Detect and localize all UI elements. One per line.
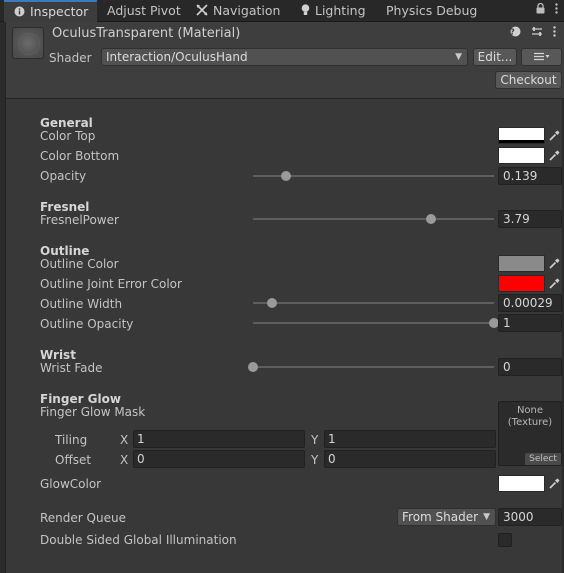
outline-opacity-field[interactable]: 1	[498, 314, 562, 332]
tab-lighting-label: Lighting	[315, 3, 366, 18]
eyedropper-icon[interactable]	[546, 275, 562, 292]
shader-dropdown[interactable]: Interaction/OculusHand ▼	[101, 48, 468, 66]
glow-color-swatch[interactable]	[498, 475, 545, 492]
tab-navigation-label: Navigation	[213, 3, 281, 18]
color-bottom-label: Color Bottom	[40, 149, 120, 163]
color-bottom-swatch[interactable]	[498, 147, 545, 164]
render-queue-field[interactable]: 3000	[498, 508, 562, 526]
lock-icon[interactable]	[536, 2, 549, 18]
outline-joint-error-color-swatch[interactable]	[498, 275, 545, 292]
bulb-icon	[301, 1, 310, 23]
tab-inspector[interactable]: Inspector	[4, 0, 97, 22]
dropdown-arrow-icon: ▼	[455, 52, 462, 62]
shader-label: Shader	[49, 51, 92, 65]
outline-width-label: Outline Width	[40, 297, 123, 311]
more-options-icon[interactable]	[553, 26, 556, 40]
fresnel-power-field[interactable]: 3.79	[498, 210, 562, 228]
render-queue-label: Render Queue	[40, 511, 126, 525]
fresnel-power-slider-thumb[interactable]	[426, 214, 437, 224]
wrist-fade-slider-thumb[interactable]	[248, 362, 258, 372]
wrist-fade-field[interactable]: 0	[498, 358, 562, 376]
preset-icon[interactable]	[531, 26, 553, 40]
fresnel-power-label: FresnelPower	[40, 213, 119, 227]
section-outline-title: Outline	[40, 244, 90, 258]
list-icon	[533, 50, 550, 64]
outline-width-field[interactable]: 0.00029	[498, 294, 562, 312]
header-icons: ?	[510, 26, 556, 40]
eyedropper-icon[interactable]	[546, 147, 562, 164]
finger-glow-mask-label: Finger Glow Mask	[40, 405, 146, 419]
tab-adjust-pivot[interactable]: Adjust Pivot	[107, 0, 181, 22]
tiling-y-label: Y	[311, 433, 319, 447]
edit-shader-button[interactable]: Edit...	[473, 48, 517, 66]
double-sided-gi-label: Double Sided Global Illumination	[40, 533, 237, 547]
dropdown-arrow-icon: ▼	[483, 512, 490, 522]
tiling-y-field[interactable]: 1	[324, 430, 496, 448]
tab-bar: Inspector Adjust Pivot Navigation Lighti…	[0, 0, 564, 22]
material-title: OculusTransparent (Material)	[52, 26, 241, 41]
offset-label: Offset	[55, 453, 92, 467]
color-top-swatch[interactable]	[498, 127, 545, 144]
render-queue-dropdown[interactable]: From Shader ▼	[397, 508, 496, 526]
shader-value: Interaction/OculusHand	[106, 50, 248, 64]
tab-navigation[interactable]: Navigation	[196, 0, 280, 22]
shader-list-button[interactable]	[521, 48, 562, 66]
checkout-button[interactable]: Checkout	[495, 71, 562, 89]
section-finger-glow-title: Finger Glow	[40, 392, 121, 406]
opacity-label: Opacity	[40, 169, 87, 183]
help-icon[interactable]: ?	[510, 26, 531, 40]
glow-color-label: GlowColor	[40, 477, 102, 491]
opacity-field[interactable]: 0.139	[498, 167, 562, 185]
tiling-x-field[interactable]: 1	[133, 430, 305, 448]
outline-width-slider[interactable]	[253, 298, 494, 308]
material-preview-icon	[12, 27, 44, 59]
tab-bar-icons	[536, 2, 558, 18]
texture-type-label: (Texture)	[507, 417, 553, 428]
offset-x-label: X	[120, 453, 129, 467]
section-fresnel-title: Fresnel	[40, 200, 90, 214]
texture-select-button[interactable]: Select	[525, 453, 561, 465]
double-sided-gi-checkbox[interactable]	[498, 533, 512, 547]
opacity-slider[interactable]	[253, 171, 494, 181]
navigation-icon	[196, 1, 208, 23]
more-options-icon[interactable]	[555, 3, 558, 18]
wrist-fade-label: Wrist Fade	[40, 361, 103, 375]
color-top-label: Color Top	[40, 129, 96, 143]
tiling-x-label: X	[120, 433, 129, 447]
outline-color-swatch[interactable]	[498, 255, 545, 272]
section-general-title: General	[40, 116, 93, 130]
tab-inspector-label: Inspector	[30, 4, 89, 19]
fresnel-power-slider[interactable]	[253, 214, 494, 224]
render-queue-mode: From Shader	[402, 510, 479, 524]
offset-y-field[interactable]: 0	[324, 450, 496, 468]
eyedropper-icon[interactable]	[546, 255, 562, 272]
tab-physics-debug-label: Physics Debug	[386, 3, 478, 18]
texture-none-label: None	[516, 405, 544, 416]
eyedropper-icon[interactable]	[546, 127, 562, 144]
tab-physics-debug[interactable]: Physics Debug	[386, 0, 477, 22]
svg-text:?: ?	[511, 28, 522, 37]
section-wrist-title: Wrist	[40, 348, 76, 362]
info-icon	[14, 3, 25, 22]
outline-color-label: Outline Color	[40, 257, 119, 271]
outline-opacity-slider[interactable]	[253, 318, 499, 328]
offset-y-label: Y	[311, 453, 319, 467]
material-header: OculusTransparent (Material) ? Shader In…	[6, 22, 564, 99]
tab-adjust-pivot-label: Adjust Pivot	[107, 3, 181, 18]
tab-lighting[interactable]: Lighting	[301, 0, 366, 22]
outline-opacity-label: Outline Opacity	[40, 317, 134, 331]
opacity-slider-thumb[interactable]	[281, 171, 292, 181]
offset-x-field[interactable]: 0	[133, 450, 305, 468]
eyedropper-icon[interactable]	[546, 475, 562, 492]
outline-joint-error-color-label: Outline Joint Error Color	[40, 277, 182, 291]
texture-slot-text: None (Texture)	[499, 405, 561, 429]
left-edge	[0, 22, 6, 573]
tiling-label: Tiling	[55, 433, 88, 447]
texture-slot[interactable]: None (Texture) Select	[498, 401, 562, 466]
outline-width-slider-thumb[interactable]	[267, 298, 278, 308]
wrist-fade-slider[interactable]	[248, 362, 494, 372]
